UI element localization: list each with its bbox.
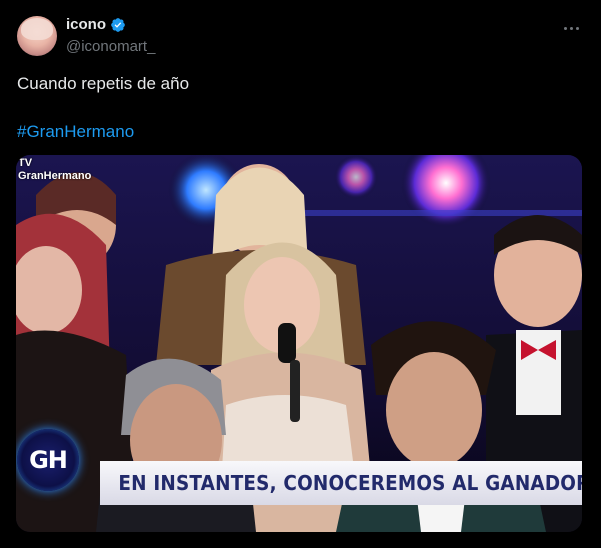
avatar-hair — [21, 18, 53, 40]
author-handle[interactable]: @iconomart_ — [66, 38, 155, 55]
author-name-row: icono — [66, 16, 126, 33]
ticker-text: EN INSTANTES, CONOCEREMOS AL GANADOR DEL… — [118, 471, 582, 495]
author-avatar[interactable] — [17, 16, 57, 56]
author-display-name[interactable]: icono — [66, 16, 106, 33]
more-options-icon[interactable] — [561, 18, 581, 38]
show-logo-text: GH — [29, 446, 68, 474]
channel-watermark-line1: TV — [18, 157, 33, 169]
tweet-card: icono @iconomart_ Cuando repetis de año … — [0, 0, 601, 548]
tweet-media-image[interactable]: TV GranHermano EN INSTANTES, CONOCEREMOS… — [16, 155, 582, 532]
tv-ticker-banner: EN INSTANTES, CONOCEREMOS AL GANADOR DEL… — [100, 461, 582, 505]
channel-watermark: TV GranHermano — [18, 157, 91, 183]
channel-watermark-line2: GranHermano — [18, 170, 92, 182]
hashtag-link[interactable]: #GranHermano — [17, 122, 134, 142]
show-logo: GH — [17, 429, 79, 491]
tweet-text: Cuando repetis de año — [17, 74, 190, 93]
verified-badge-icon — [111, 17, 125, 32]
